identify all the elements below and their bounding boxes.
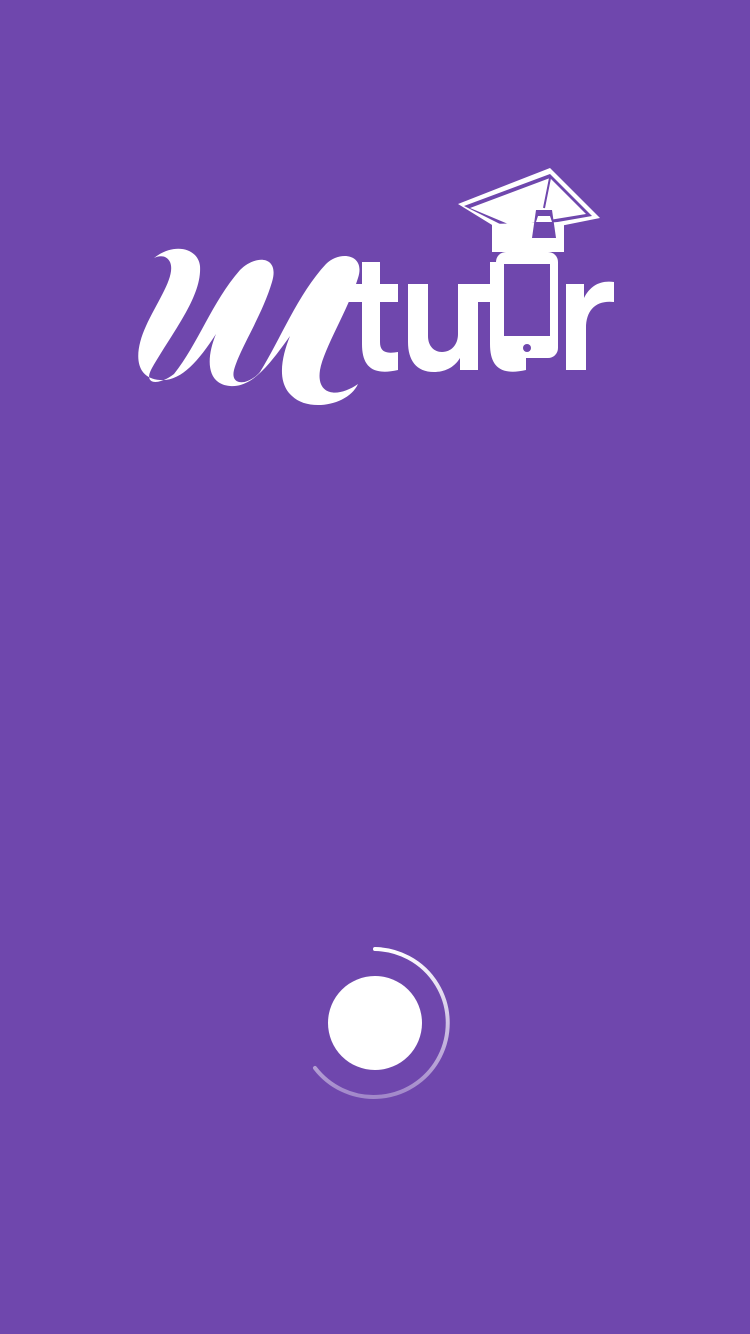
- loading-indicator: [295, 943, 455, 1103]
- splash-screen: [0, 0, 750, 1334]
- logo-letter-m: [138, 248, 360, 406]
- smartphone-icon: [496, 252, 558, 358]
- mtutor-logo: [138, 168, 614, 406]
- graduation-cap-icon: [458, 168, 600, 252]
- logo-letter-r: [566, 281, 614, 370]
- logo-letter-u: [408, 284, 478, 372]
- loading-dot: [328, 976, 422, 1070]
